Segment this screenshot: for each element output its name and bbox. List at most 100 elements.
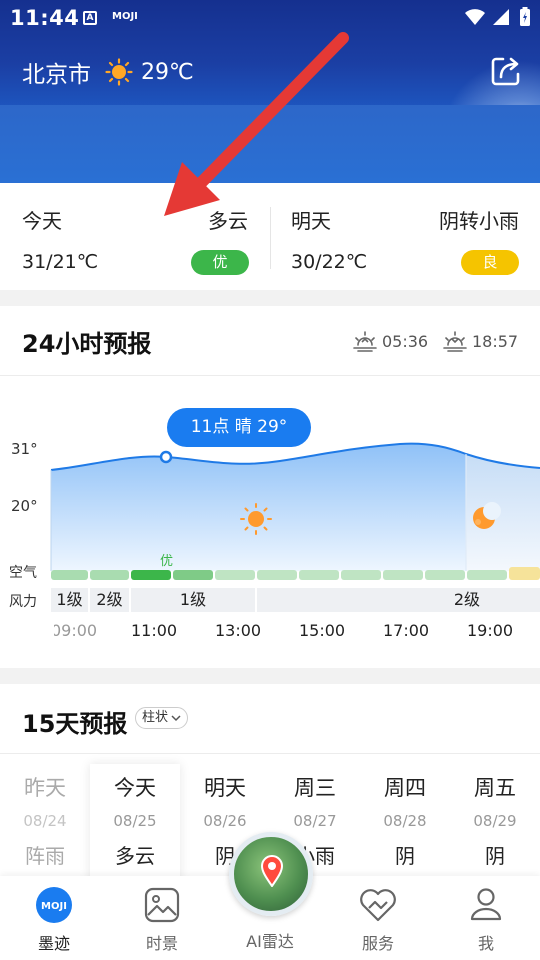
hour-label: 11:00 xyxy=(131,621,178,640)
daily-divider xyxy=(0,753,540,754)
city-name[interactable]: 北京市 xyxy=(22,55,91,89)
aqi-bar xyxy=(51,570,88,580)
tomorrow-label: 明天 xyxy=(291,209,331,233)
y-label-low: 20° xyxy=(11,497,38,515)
daily-title: 15天预报 xyxy=(22,710,128,738)
location-bar[interactable]: 北京市 29℃ xyxy=(22,54,194,90)
current-temperature: 29℃ xyxy=(141,59,194,85)
nav-item-photos[interactable]: 时景 xyxy=(117,886,207,954)
day-condition: 阵雨 xyxy=(25,844,65,868)
day-weekday: 今天 xyxy=(114,776,156,800)
hourly-forecast-card: 24小时预报 05:36 18:57 31° 20° 空气 风力 11点 晴 2… xyxy=(0,306,540,668)
sunset-time: 18:57 xyxy=(472,331,519,351)
nav-label: AI雷达 xyxy=(246,932,294,951)
share-icon[interactable] xyxy=(489,54,523,88)
wind-segment: 1级 xyxy=(131,588,255,612)
day-date: 08/27 xyxy=(293,812,337,830)
today-summary[interactable]: 今天 多云 31/21℃ 优 xyxy=(0,183,270,290)
sunset-icon xyxy=(443,331,467,352)
chevron-down-icon xyxy=(171,715,181,722)
sunny-icon xyxy=(105,58,133,86)
air-row-label: 空气 xyxy=(9,565,37,581)
day-condition: 多云 xyxy=(115,844,155,868)
location-pin-icon xyxy=(260,855,284,887)
hour-tooltip: 11点 晴 29° xyxy=(167,408,311,447)
today-label: 今天 xyxy=(22,209,62,233)
wind-segment: 2级 xyxy=(90,588,129,612)
today-aqi-badge: 优 xyxy=(191,250,249,275)
day-date: 08/26 xyxy=(203,812,247,830)
day-weekday: 周五 xyxy=(474,776,516,800)
hour-label: 13:00 xyxy=(215,621,262,640)
ai-radar-button[interactable] xyxy=(229,832,313,916)
day-date: 08/28 xyxy=(383,812,427,830)
nav-item-ai-radar[interactable]: AI雷达 xyxy=(225,928,315,952)
nav-label: 时景 xyxy=(145,934,178,953)
tomorrow-summary[interactable]: 明天 阴转小雨 30/22℃ 良 xyxy=(270,183,540,290)
signal-icon xyxy=(493,9,509,25)
day-date: 08/24 xyxy=(23,812,67,830)
aqi-bar xyxy=(425,570,465,580)
aqi-bar xyxy=(257,570,297,580)
aqi-bar-selected xyxy=(131,570,171,580)
aqi-bar xyxy=(90,570,129,580)
nav-label: 墨迹 xyxy=(37,934,70,953)
nav-label: 我 xyxy=(477,934,494,953)
hour-label: 19:00 xyxy=(467,621,514,640)
aqi-bar xyxy=(467,570,507,580)
hour-label: 17:00 xyxy=(383,621,430,640)
day-column[interactable]: 昨天 08/24 阵雨 xyxy=(0,772,90,869)
today-condition: 多云 xyxy=(208,209,248,233)
nav-item-services[interactable]: 服务 xyxy=(333,886,423,954)
sunrise-time: 05:36 xyxy=(382,331,429,351)
hour-label: 15:00 xyxy=(299,621,346,640)
day-column[interactable]: 周四 08/28 阴 xyxy=(360,772,450,869)
weather-banner xyxy=(0,105,540,183)
notification-a-icon: A xyxy=(83,11,97,25)
moji-logo-text: MOJI xyxy=(41,901,67,912)
nav-item-moji[interactable]: MOJI 墨迹 xyxy=(9,886,99,954)
today-tomorrow-card[interactable]: 今天 多云 31/21℃ 优 明天 阴转小雨 30/22℃ 良 xyxy=(0,183,540,290)
chart-mode-label: 柱状 xyxy=(142,710,169,725)
day-weekday: 昨天 xyxy=(24,776,66,800)
nav-item-me[interactable]: 我 xyxy=(441,886,531,954)
day-weekday: 明天 xyxy=(204,776,246,800)
y-label-high: 31° xyxy=(11,440,38,458)
today-temperature-range: 31/21℃ xyxy=(22,251,99,273)
tomorrow-aqi-badge: 良 xyxy=(461,250,519,275)
wifi-icon xyxy=(465,9,485,25)
hourly-temperature-chart[interactable]: 31° 20° 空气 风力 11点 晴 29° 优 1级 2级 1级 2级 09… xyxy=(0,376,540,668)
aqi-bar xyxy=(341,570,381,580)
sunset-info: 18:57 xyxy=(442,330,518,352)
hourly-title: 24小时预报 xyxy=(22,330,152,358)
aqi-bar xyxy=(173,570,213,580)
profile-icon xyxy=(470,888,502,921)
aqi-bar xyxy=(215,570,255,580)
chart-mode-dropdown[interactable]: 柱状 xyxy=(135,707,189,729)
battery-icon xyxy=(520,7,530,26)
wind-segment: 1级 xyxy=(51,588,88,612)
day-column[interactable]: 周五 08/29 阴 xyxy=(450,772,540,869)
sunrise-info: 05:36 xyxy=(352,330,428,352)
notification-moji-icon: MOJI xyxy=(112,11,138,22)
aqi-bar xyxy=(509,567,540,580)
day-date: 08/29 xyxy=(473,812,517,830)
tomorrow-temperature-range: 30/22℃ xyxy=(291,251,368,273)
day-condition: 阴 xyxy=(395,844,415,868)
nav-label: 服务 xyxy=(361,934,394,953)
day-weekday: 周三 xyxy=(294,776,336,800)
status-time: 11:44 xyxy=(10,6,80,30)
day-condition: 阴 xyxy=(485,844,505,868)
aqi-selected-label: 优 xyxy=(160,554,174,569)
day-weekday: 周四 xyxy=(384,776,426,800)
photo-icon xyxy=(144,887,180,923)
aqi-bar xyxy=(383,570,423,580)
service-heart-icon xyxy=(360,889,396,922)
day-column-selected[interactable]: 今天 08/25 多云 xyxy=(90,764,180,884)
status-bar: 11:44 A MOJI xyxy=(0,0,540,36)
hour-label: 09:00 xyxy=(51,621,98,640)
moji-logo-icon: MOJI xyxy=(36,887,72,923)
sunrise-icon xyxy=(353,331,377,352)
aqi-bar xyxy=(299,570,339,580)
wind-row-label: 风力 xyxy=(9,594,37,610)
